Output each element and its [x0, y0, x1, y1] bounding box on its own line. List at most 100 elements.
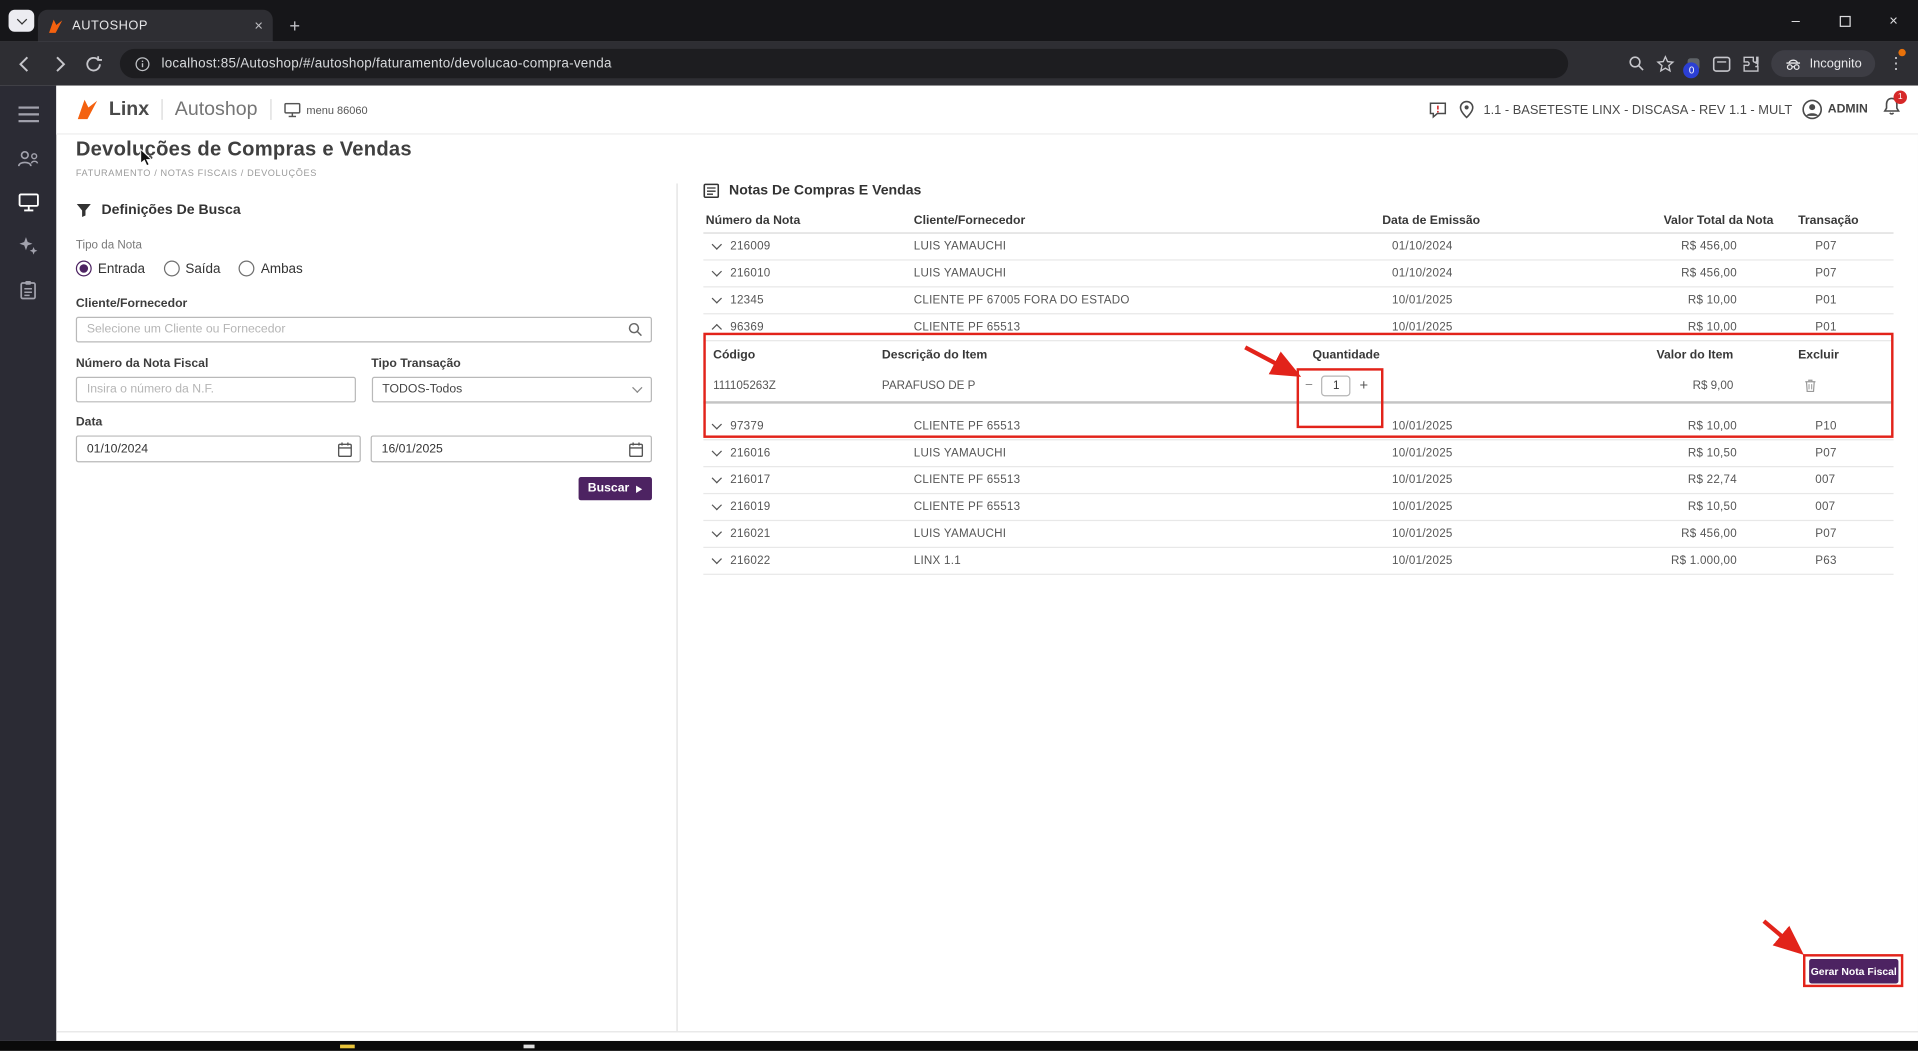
hamburger-menu-icon[interactable] — [10, 100, 47, 127]
table-row[interactable]: 216022 LINX 1.1 10/01/2025 R$ 1.000,00 P… — [703, 548, 1894, 575]
extension-with-badge-icon[interactable]: 0 — [1683, 56, 1702, 78]
reading-list-icon[interactable] — [1713, 55, 1731, 72]
new-tab-button[interactable]: + — [281, 12, 308, 39]
cell-cliente: CLIENTE PF 65513 — [913, 473, 1021, 487]
cell-numero: 216010 — [730, 266, 771, 281]
col-valor: Valor Total da Nota — [1663, 214, 1774, 228]
sidebar-sparkles-icon[interactable] — [10, 232, 47, 259]
incognito-icon — [1786, 59, 1801, 71]
feedback-alert-icon[interactable] — [1428, 101, 1446, 118]
table-row[interactable]: 12345 CLIENTE PF 67005 FORA DO ESTADO 10… — [703, 287, 1894, 315]
chevron-down-icon[interactable] — [711, 446, 722, 457]
sidebar-monitor-icon[interactable] — [10, 188, 47, 215]
date-end-input[interactable] — [371, 437, 651, 462]
zoom-icon[interactable] — [1629, 55, 1646, 72]
notifications-bell-icon[interactable]: 1 — [1883, 90, 1907, 123]
table-row[interactable]: 216017 CLIENTE PF 65513 10/01/2025 R$ 22… — [703, 467, 1894, 495]
chevron-down-icon[interactable] — [711, 499, 722, 511]
nf-input[interactable] — [75, 376, 356, 403]
chevron-down-icon — [16, 14, 27, 25]
transacao-label: Tipo Transação — [371, 357, 461, 371]
data-label: Data — [75, 415, 103, 430]
three-dots: ⋮ — [1888, 53, 1904, 73]
cell-data: 10/01/2025 — [1392, 527, 1453, 541]
radio-unselected-icon[interactable] — [238, 260, 255, 277]
sidebar-people-icon[interactable] — [10, 144, 47, 171]
cell-cliente: LUIS YAMAUCHI — [913, 527, 1007, 541]
col-cliente: Cliente/Fornecedor — [913, 214, 1026, 228]
chevron-down-icon[interactable] — [711, 526, 722, 538]
cell-data: 10/01/2025 — [1392, 293, 1453, 308]
table-row[interactable]: 216016 LUIS YAMAUCHI 10/01/2025 R$ 10,50… — [703, 440, 1894, 468]
chevron-down-icon[interactable] — [711, 239, 722, 250]
rows-top: 216009 LUIS YAMAUCHI 01/10/2024 R$ 456,0… — [703, 234, 1894, 315]
chevron-down-icon[interactable] — [711, 293, 722, 304]
cell-numero: 216016 — [730, 446, 771, 460]
tab-search-button[interactable] — [8, 9, 35, 32]
window-close-button[interactable]: × — [1869, 0, 1918, 42]
calendar-icon[interactable] — [337, 442, 353, 464]
user-avatar-icon[interactable] — [1802, 99, 1823, 120]
table-row[interactable]: 216010 LUIS YAMAUCHI 01/10/2024 R$ 456,0… — [703, 261, 1894, 288]
table-row[interactable]: 216019 CLIENTE PF 65513 10/01/2025 R$ 10… — [703, 494, 1894, 522]
cell-transacao: 007 — [1815, 473, 1836, 487]
tipo-nota-radio-group: Entrada Saída Ambas — [75, 260, 652, 277]
table-header: Número da Nota Cliente/Fornecedor Data d… — [703, 214, 1894, 234]
radio-unselected-icon[interactable] — [163, 260, 180, 277]
window-minimize-button[interactable]: – — [1771, 0, 1820, 42]
col-data: Data de Emissão — [1382, 214, 1481, 228]
window-maximize-button[interactable] — [1820, 0, 1869, 42]
buscar-button[interactable]: Buscar — [578, 477, 652, 501]
radio-saida-label: Saída — [185, 261, 221, 276]
filter-funnel-icon — [76, 203, 91, 218]
cell-numero: 216021 — [730, 527, 771, 541]
bookmark-star-icon[interactable] — [1656, 54, 1675, 72]
cliente-input[interactable] — [75, 316, 652, 343]
tab-close-icon[interactable]: × — [254, 18, 263, 33]
cell-valor: R$ 10,50 — [1687, 500, 1737, 514]
browser-menu-icon[interactable]: ⋮ — [1886, 48, 1906, 74]
notes-panel-title-row: Notas De Compras E Vendas — [703, 183, 1893, 198]
date-start-input[interactable] — [77, 437, 360, 462]
chevron-down-icon[interactable] — [711, 266, 722, 277]
calendar-icon[interactable] — [629, 442, 644, 464]
forward-button[interactable] — [42, 46, 76, 80]
cell-numero: 216022 — [730, 554, 771, 568]
sidebar-clipboard-icon[interactable] — [10, 276, 47, 303]
browser-tab[interactable]: AUTOSHOP × — [37, 9, 273, 42]
radio-saida[interactable]: Saída — [163, 260, 221, 277]
terminal-monitor-icon — [283, 102, 300, 117]
date-end-wrap — [370, 435, 652, 464]
extension-badge: 0 — [1683, 61, 1700, 78]
search-icon[interactable] — [628, 322, 644, 344]
site-info-icon[interactable] — [135, 56, 151, 72]
location-pin-icon[interactable] — [1459, 100, 1474, 119]
chevron-down-icon[interactable] — [711, 473, 722, 484]
header-divider — [269, 99, 271, 120]
cell-cliente: LUIS YAMAUCHI — [913, 239, 1007, 254]
table-row[interactable]: 216009 LUIS YAMAUCHI 01/10/2024 R$ 456,0… — [703, 234, 1894, 261]
tipo-nota-label: Tipo da Nota — [75, 238, 142, 252]
extensions-puzzle-icon[interactable] — [1742, 54, 1760, 72]
search-panel-title: Definições De Busca — [101, 203, 241, 218]
notes-panel-title: Notas De Compras E Vendas — [729, 183, 922, 199]
transacao-select[interactable]: TODOS-Todos — [371, 376, 652, 403]
address-bar[interactable]: localhost:85/Autoshop/#/autoshop/faturam… — [119, 48, 1569, 79]
taskbar-strip — [0, 1040, 1918, 1051]
radio-entrada[interactable]: Entrada — [75, 260, 145, 277]
url-text[interactable]: localhost:85/Autoshop/#/autoshop/faturam… — [161, 56, 611, 71]
table-row[interactable]: 216021 LUIS YAMAUCHI 10/01/2025 R$ 456,0… — [703, 521, 1894, 548]
tab-title: AUTOSHOP — [72, 18, 148, 34]
reload-button[interactable] — [76, 46, 110, 80]
linx-favicon — [48, 18, 64, 34]
chevron-down-icon[interactable] — [711, 553, 722, 565]
cell-cliente: CLIENTE PF 67005 FORA DO ESTADO — [913, 293, 1130, 308]
cliente-label: Cliente/Fornecedor — [75, 297, 188, 311]
radio-selected-icon[interactable] — [75, 260, 92, 277]
back-button[interactable] — [7, 46, 41, 80]
cell-cliente: LUIS YAMAUCHI — [913, 266, 1007, 281]
cell-data: 01/10/2024 — [1392, 239, 1453, 254]
cell-valor: R$ 22,74 — [1687, 473, 1737, 487]
radio-ambas[interactable]: Ambas — [238, 260, 303, 277]
linx-logo — [76, 98, 99, 121]
